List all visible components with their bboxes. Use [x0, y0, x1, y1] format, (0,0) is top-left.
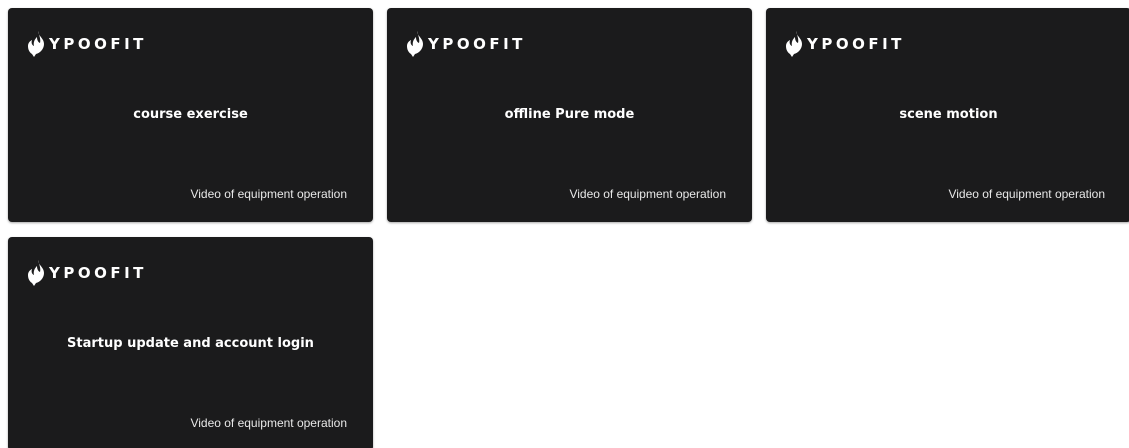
- brand-logo: YPOOFIT: [26, 30, 147, 58]
- card-subtitle: Video of equipment operation: [190, 187, 347, 201]
- brand-name: YPOOFIT: [428, 35, 526, 53]
- brand-logo: YPOOFIT: [405, 30, 526, 58]
- card-subtitle: Video of equipment operation: [190, 416, 347, 430]
- brand-logo: YPOOFIT: [784, 30, 905, 58]
- card-title: scene motion: [899, 107, 998, 122]
- flame-logo-icon: [407, 31, 423, 57]
- brand-name: YPOOFIT: [49, 264, 147, 282]
- card-title: course exercise: [133, 107, 248, 122]
- flame-logo-icon: [28, 31, 44, 57]
- card-title: Startup update and account login: [67, 336, 314, 351]
- flame-logo-icon: [786, 31, 802, 57]
- video-card-course-exercise[interactable]: YPOOFIT course exercise Video of equipme…: [8, 8, 373, 222]
- video-card-grid: YPOOFIT course exercise Video of equipme…: [0, 0, 1129, 448]
- brand-name: YPOOFIT: [49, 35, 147, 53]
- card-subtitle: Video of equipment operation: [948, 187, 1105, 201]
- video-card-scene-motion[interactable]: YPOOFIT scene motion Video of equipment …: [766, 8, 1129, 222]
- flame-logo-icon: [28, 260, 44, 286]
- card-subtitle: Video of equipment operation: [569, 187, 726, 201]
- video-card-startup-update[interactable]: YPOOFIT Startup update and account login…: [8, 237, 373, 448]
- card-title: offline Pure mode: [504, 107, 635, 122]
- brand-logo: YPOOFIT: [26, 259, 147, 287]
- video-card-offline-pure-mode[interactable]: YPOOFIT offline Pure mode Video of equip…: [387, 8, 752, 222]
- brand-name: YPOOFIT: [807, 35, 905, 53]
